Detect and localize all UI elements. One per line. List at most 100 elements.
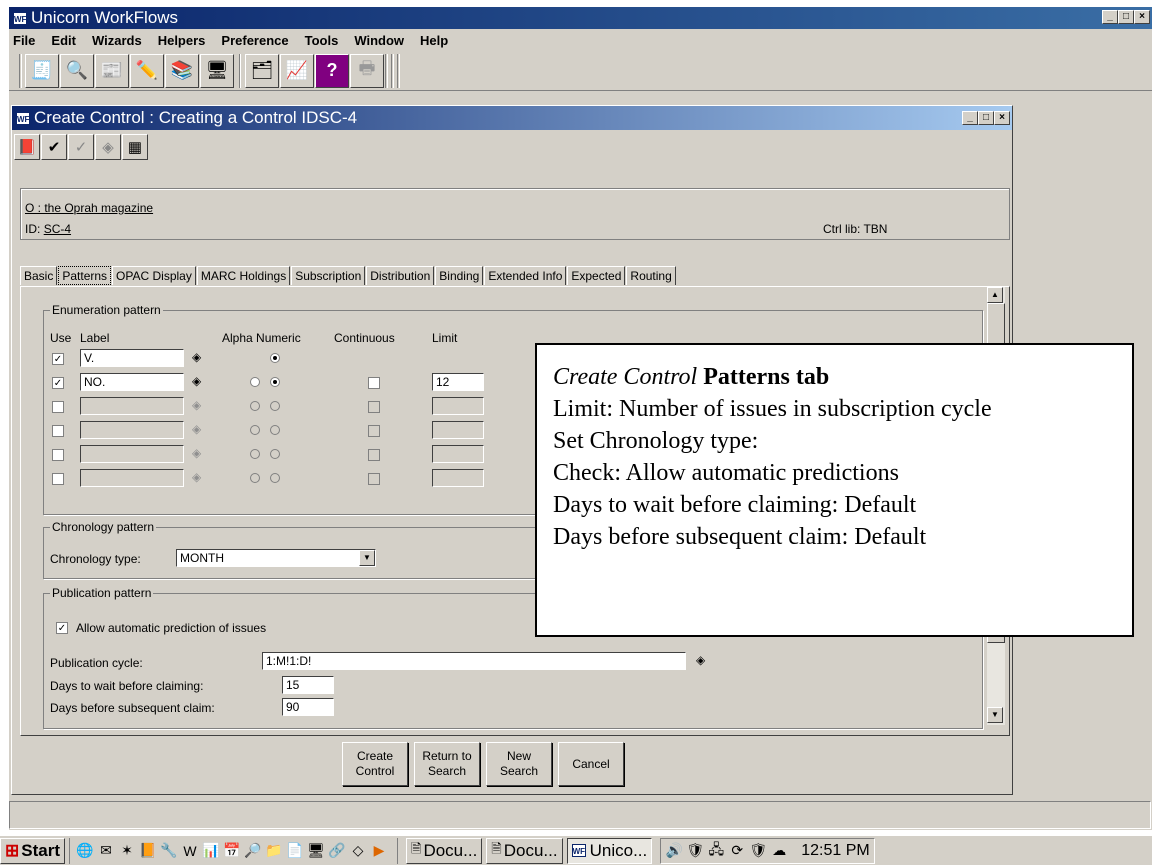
use-checkbox-6[interactable] <box>52 473 64 485</box>
diamond-icon[interactable]: ◈ <box>192 350 201 364</box>
cancel-button[interactable]: Cancel <box>558 742 624 786</box>
chronology-type-select[interactable]: MONTH ▼ <box>176 549 376 567</box>
use-checkbox-2[interactable]: ✓ <box>52 377 64 389</box>
acquisitions-icon[interactable]: 📰 <box>95 53 129 88</box>
update-icon[interactable]: ⟳ <box>728 842 746 860</box>
calendar-icon[interactable]: 📅 <box>223 842 241 860</box>
scroll-up-icon[interactable]: ▲ <box>987 287 1003 303</box>
play-icon[interactable]: ▶ <box>370 842 388 860</box>
chevron-down-icon[interactable]: ▼ <box>359 550 375 566</box>
toolbar-grip[interactable] <box>19 53 22 88</box>
tab-patterns[interactable]: Patterns <box>58 266 112 285</box>
calculator-icon[interactable]: ▦ <box>122 134 148 160</box>
tab-routing[interactable]: Routing <box>626 266 676 285</box>
serials-icon[interactable]: 📚 <box>165 53 199 88</box>
cataloging-icon[interactable]: ✏️ <box>130 53 164 88</box>
publication-cycle-input[interactable]: 1:M!1:D! <box>262 652 686 670</box>
search-icon[interactable]: 🔎 <box>244 842 262 860</box>
continuous-checkbox-2[interactable] <box>368 377 380 389</box>
start-button[interactable]: ⊞ Start <box>0 837 65 864</box>
minimize-button[interactable]: _ <box>1102 10 1118 24</box>
security-icon[interactable]: 🛡 <box>686 842 704 860</box>
dialog-maximize-button[interactable]: □ <box>978 111 994 125</box>
days-subsequent-input[interactable]: 90 <box>282 698 334 716</box>
menu-file[interactable]: File <box>13 33 35 48</box>
new-search-button[interactable]: New Search <box>486 742 552 786</box>
antivirus-icon[interactable]: 🛡 <box>749 842 767 860</box>
menu-window[interactable]: Window <box>354 33 404 48</box>
tab-binding[interactable]: Binding <box>435 266 484 285</box>
menu-preference[interactable]: Preference <box>221 33 288 48</box>
diamond-icon[interactable]: ◈ <box>192 374 201 388</box>
folder-icon[interactable]: 📁 <box>265 842 283 860</box>
document-icon[interactable]: 📄 <box>286 842 304 860</box>
maximize-button[interactable]: □ <box>1118 10 1134 24</box>
volume-icon[interactable]: 🔊 <box>665 842 683 860</box>
network-icon[interactable]: 🖧 <box>707 841 725 860</box>
diamond-icon[interactable]: ◇ <box>349 842 367 860</box>
tab-basic[interactable]: Basic <box>20 266 58 285</box>
label-input-4[interactable] <box>80 421 184 439</box>
taskbar-item-unicorn[interactable]: WF Unico... <box>566 837 653 864</box>
print-icon[interactable]: 🖶 <box>350 53 384 88</box>
tab-opac-display[interactable]: OPAC Display <box>112 266 196 285</box>
chart-icon[interactable]: 📈 <box>280 53 314 88</box>
alpha-radio-2[interactable] <box>250 377 260 387</box>
tab-distribution[interactable]: Distribution <box>366 266 435 285</box>
auto-predict-checkbox[interactable]: ✓ <box>56 622 68 634</box>
tab-marc-holdings[interactable]: MARC Holdings <box>196 266 291 285</box>
tool-icon[interactable]: 🔧 <box>160 842 178 860</box>
create-control-button[interactable]: Create Control <box>342 742 408 786</box>
menu-tools[interactable]: Tools <box>305 33 339 48</box>
use-checkbox-4[interactable] <box>52 425 64 437</box>
label-input-3[interactable] <box>80 397 184 415</box>
book-icon[interactable]: 📕 <box>14 134 40 160</box>
monitor-icon[interactable]: 🖥 <box>307 842 325 860</box>
word-icon[interactable]: W <box>181 842 199 860</box>
help-icon[interactable]: ? <box>315 53 349 88</box>
taskbar-item-document-2[interactable]: 🗎 Docu... <box>486 837 563 864</box>
star-icon[interactable]: ✶ <box>118 842 136 860</box>
weather-icon[interactable]: ☁ <box>770 842 788 860</box>
numeric-radio-1[interactable] <box>270 353 280 363</box>
tab-expected[interactable]: Expected <box>567 266 626 285</box>
menu-helpers[interactable]: Helpers <box>158 33 206 48</box>
dialog-close-button[interactable]: × <box>994 111 1010 125</box>
menu-help[interactable]: Help <box>420 33 448 48</box>
return-to-search-button[interactable]: Return to Search <box>414 742 480 786</box>
network-icon[interactable]: 🔗 <box>328 842 346 860</box>
label-input-2[interactable]: NO. <box>80 373 184 391</box>
reports-icon[interactable]: 🖥 <box>200 53 234 88</box>
circulation-icon[interactable]: 🧾 <box>25 53 59 88</box>
tab-extended-info[interactable]: Extended Info <box>484 266 567 285</box>
use-checkbox-1[interactable]: ✓ <box>52 353 64 365</box>
tab-subscription[interactable]: Subscription <box>291 266 366 285</box>
mail-icon[interactable]: ✉ <box>97 842 115 860</box>
label-input-1[interactable]: V. <box>80 349 184 367</box>
limit-input-2[interactable]: 12 <box>432 373 484 391</box>
title-info[interactable]: O : the Oprah magazine <box>25 201 153 215</box>
bookmark-icon[interactable]: ◈ <box>95 134 121 160</box>
browser-icon[interactable]: 🌐 <box>76 842 94 860</box>
days-wait-input[interactable]: 15 <box>282 676 334 694</box>
check-edit-icon[interactable]: ✔ <box>41 134 67 160</box>
numeric-radio-2[interactable] <box>270 377 280 387</box>
scroll-down-icon[interactable]: ▼ <box>987 707 1003 723</box>
id-value[interactable]: SC-4 <box>44 222 71 236</box>
taskbar-item-document-1[interactable]: 🗎 Docu... <box>405 837 483 864</box>
use-checkbox-3[interactable] <box>52 401 64 413</box>
diamond-icon[interactable]: ◈ <box>696 653 705 667</box>
menu-edit[interactable]: Edit <box>51 33 76 48</box>
utility-icon[interactable]: 🗂 <box>245 53 279 88</box>
label-input-6[interactable] <box>80 469 184 487</box>
close-button[interactable]: × <box>1134 10 1150 24</box>
use-checkbox-5[interactable] <box>52 449 64 461</box>
search-icon[interactable]: 🔍 <box>60 53 94 88</box>
app-icon[interactable]: 📙 <box>139 842 157 860</box>
label-input-5[interactable] <box>80 445 184 463</box>
chart-icon[interactable]: 📊 <box>202 842 220 860</box>
validate-icon[interactable]: ✓ <box>68 134 94 160</box>
app-title: Unicorn WorkFlows <box>31 8 179 27</box>
dialog-minimize-button[interactable]: _ <box>962 111 978 125</box>
menu-wizards[interactable]: Wizards <box>92 33 142 48</box>
